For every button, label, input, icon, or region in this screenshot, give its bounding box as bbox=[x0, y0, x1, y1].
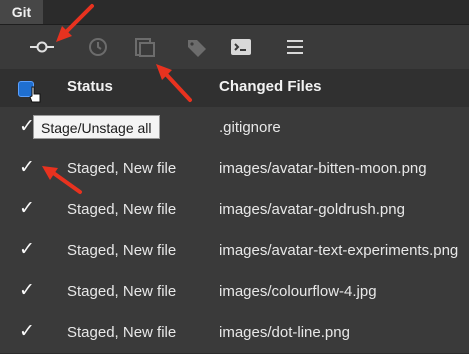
file-status: Staged, New file bbox=[67, 324, 177, 341]
stage-checkbox[interactable]: ✓ bbox=[19, 240, 39, 260]
hand-cursor-icon bbox=[29, 86, 41, 103]
file-name: images/avatar-text-experiments.png bbox=[219, 242, 459, 259]
file-status: Staged, New file bbox=[67, 201, 177, 218]
tab-git[interactable]: Git bbox=[0, 0, 43, 24]
tag-icon[interactable] bbox=[183, 35, 211, 59]
changed-files-column-header[interactable]: Changed Files bbox=[219, 78, 322, 95]
table-row[interactable]: ✓ Staged, New file images/dot-line.png bbox=[0, 312, 469, 354]
file-name: images/dot-line.png bbox=[219, 324, 350, 341]
terminal-icon[interactable] bbox=[227, 35, 255, 59]
select-all-tooltip: Stage/Unstage all bbox=[33, 115, 160, 139]
file-status: Staged, New file bbox=[67, 242, 177, 259]
table-row[interactable]: ✓ Staged, New file images/avatar-text-ex… bbox=[0, 230, 469, 272]
table-header: Status Changed Files bbox=[0, 69, 469, 108]
stage-checkbox[interactable]: ✓ bbox=[19, 281, 39, 301]
stage-checkbox[interactable]: ✓ bbox=[19, 199, 39, 219]
file-name: images/avatar-bitten-moon.png bbox=[219, 160, 427, 177]
stash-icon[interactable] bbox=[130, 35, 158, 59]
file-status: Staged, New file bbox=[67, 283, 177, 300]
table-row[interactable]: ✓ Staged, New file images/colourflow-4.j… bbox=[0, 271, 469, 313]
annotation-arrow bbox=[56, 4, 94, 42]
annotation-arrow bbox=[42, 166, 82, 194]
file-name: images/avatar-goldrush.png bbox=[219, 201, 405, 218]
file-name: .gitignore bbox=[219, 119, 281, 136]
status-column-header[interactable]: Status bbox=[67, 78, 113, 95]
stage-checkbox[interactable]: ✓ bbox=[19, 322, 39, 342]
menu-icon[interactable] bbox=[281, 35, 309, 59]
file-name: images/colourflow-4.jpg bbox=[219, 283, 377, 300]
annotation-arrow bbox=[156, 64, 192, 102]
